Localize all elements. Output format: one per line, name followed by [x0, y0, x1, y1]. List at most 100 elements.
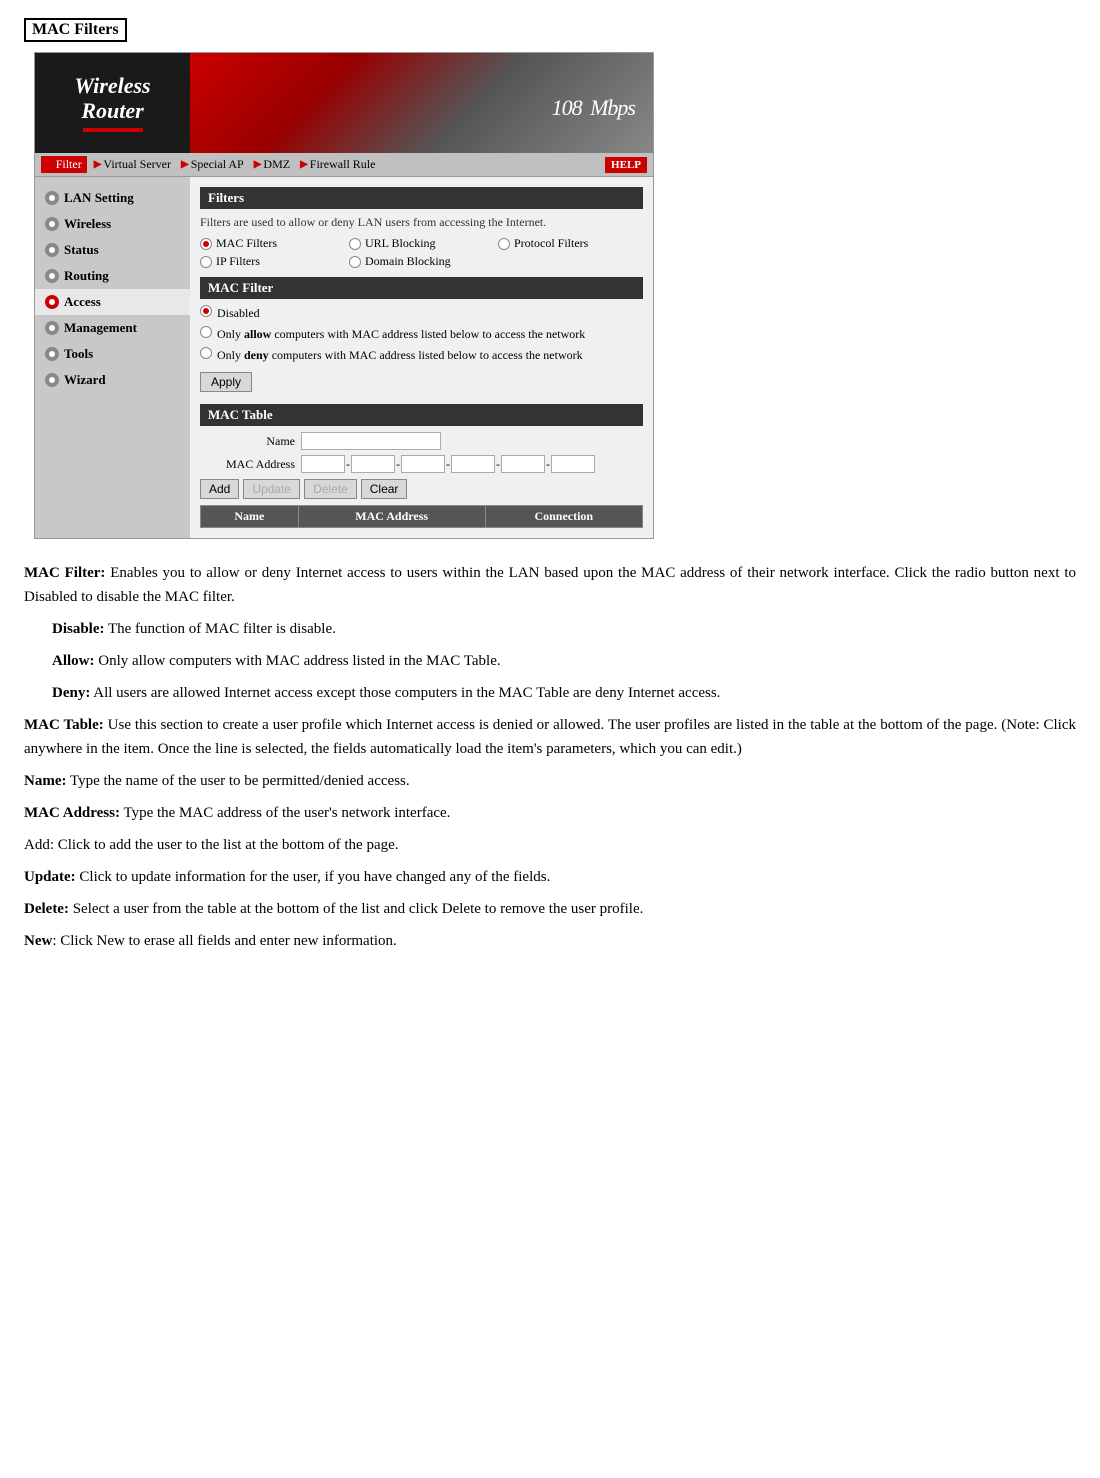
- mac-deny-suffix: computers with MAC address listed below …: [269, 348, 583, 362]
- filter-protocol-label: Protocol Filters: [514, 236, 588, 251]
- mac-sep-4: -: [496, 457, 500, 472]
- desc-mac-address-text: Type the MAC address of the user's netwo…: [120, 805, 450, 821]
- delete-button[interactable]: Delete: [304, 479, 357, 499]
- sidebar-management-label: Management: [64, 320, 137, 336]
- mac-deny-text: Only deny computers with MAC address lis…: [217, 347, 583, 364]
- filter-options-grid: MAC Filters URL Blocking Protocol Filter…: [200, 236, 643, 269]
- sidebar-item-wizard[interactable]: Wizard: [35, 367, 190, 393]
- mac-filter-header: MAC Filter: [200, 277, 643, 299]
- nav-arrow-vs: ▶: [94, 159, 102, 170]
- sidebar-item-wireless[interactable]: Wireless: [35, 211, 190, 237]
- apply-button[interactable]: Apply: [200, 372, 252, 392]
- desc-name-text: Type the name of the user to be permitte…: [66, 773, 409, 789]
- bullet-access: [45, 295, 59, 309]
- mac-input-1[interactable]: [301, 455, 345, 473]
- nav-filter[interactable]: ▶ Filter: [41, 156, 87, 173]
- help-button[interactable]: HELP: [605, 157, 647, 173]
- nav-firewall-rule[interactable]: ▶ Firewall Rule: [297, 156, 378, 173]
- router-header-graphic: 108 Mbps: [190, 53, 653, 153]
- sidebar-wireless-label: Wireless: [64, 216, 111, 232]
- mac-table-header: MAC Table: [200, 404, 643, 426]
- nav-special-ap[interactable]: ▶ Special AP: [178, 156, 247, 173]
- router-mbps-display: 108 Mbps: [552, 81, 635, 125]
- filter-option-protocol[interactable]: Protocol Filters: [498, 236, 643, 251]
- mac-option-disabled[interactable]: Disabled: [200, 305, 643, 322]
- router-logo-area: Wireless Router: [35, 53, 190, 153]
- radio-ip-filters[interactable]: [200, 256, 212, 268]
- filter-url-label: URL Blocking: [365, 236, 436, 251]
- filter-option-ip[interactable]: IP Filters: [200, 254, 345, 269]
- mac-option-allow[interactable]: Only allow computers with MAC address li…: [200, 326, 643, 343]
- mac-disabled-label: Disabled: [217, 305, 260, 322]
- nav-arrow-sap: ▶: [181, 159, 189, 170]
- filter-domain-label: Domain Blocking: [365, 254, 451, 269]
- bullet-tools: [45, 347, 59, 361]
- desc-add: Add: Click to add the user to the list a…: [24, 833, 1076, 857]
- mac-table-buttons: Add Update Delete Clear: [200, 479, 643, 499]
- router-logo-text: Router: [81, 98, 143, 124]
- desc-deny-text: All users are allowed Internet access ex…: [90, 685, 720, 701]
- wireless-logo-text: Wireless: [74, 74, 150, 98]
- desc-delete: Delete: Select a user from the table at …: [24, 897, 1076, 921]
- bullet-routing: [45, 269, 59, 283]
- sidebar-item-tools[interactable]: Tools: [35, 341, 190, 367]
- radio-disabled[interactable]: [200, 305, 212, 317]
- filter-option-domain[interactable]: Domain Blocking: [349, 254, 494, 269]
- mac-address-label: MAC Address: [200, 457, 295, 472]
- clear-button[interactable]: Clear: [361, 479, 408, 499]
- desc-new-text: : Click New to erase all fields and ente…: [52, 933, 396, 949]
- add-button[interactable]: Add: [200, 479, 239, 499]
- desc-deny-term: Deny:: [52, 685, 90, 701]
- mac-deny-prefix: Only: [217, 348, 244, 362]
- mac-input-4[interactable]: [451, 455, 495, 473]
- sidebar-item-routing[interactable]: Routing: [35, 263, 190, 289]
- desc-delete-text: Select a user from the table at the bott…: [69, 901, 643, 917]
- mac-input-5[interactable]: [501, 455, 545, 473]
- radio-url-blocking[interactable]: [349, 238, 361, 250]
- name-row: Name: [200, 432, 643, 450]
- desc-allow: Allow: Only allow computers with MAC add…: [52, 649, 1076, 673]
- sidebar-item-lan-setting[interactable]: LAN Setting: [35, 185, 190, 211]
- nav-special-ap-label: Special AP: [191, 157, 244, 172]
- filter-option-mac[interactable]: MAC Filters: [200, 236, 345, 251]
- logo-divider: [83, 128, 143, 132]
- sidebar-item-status[interactable]: Status: [35, 237, 190, 263]
- radio-domain-blocking[interactable]: [349, 256, 361, 268]
- sidebar-status-label: Status: [64, 242, 99, 258]
- filters-description: Filters are used to allow or deny LAN us…: [200, 215, 643, 230]
- desc-mac-table-text: Use this section to create a user profil…: [24, 717, 1076, 757]
- mac-sep-2: -: [396, 457, 400, 472]
- sidebar-item-management[interactable]: Management: [35, 315, 190, 341]
- mac-filter-section: MAC Filter Disabled Only allow computers…: [200, 277, 643, 400]
- filter-mac-label: MAC Filters: [216, 236, 277, 251]
- desc-name-title: Name:: [24, 773, 66, 789]
- mac-data-table: Name MAC Address Connection: [200, 505, 643, 528]
- col-name: Name: [201, 506, 299, 528]
- description-section: MAC Filter: Enables you to allow or deny…: [24, 561, 1076, 953]
- radio-deny[interactable]: [200, 347, 212, 359]
- filter-option-url[interactable]: URL Blocking: [349, 236, 494, 251]
- nav-arrow-fw: ▶: [300, 159, 308, 170]
- desc-mac-filter: MAC Filter: Enables you to allow or deny…: [24, 561, 1076, 609]
- name-input[interactable]: [301, 432, 441, 450]
- desc-update: Update: Click to update information for …: [24, 865, 1076, 889]
- mac-input-2[interactable]: [351, 455, 395, 473]
- mac-option-deny[interactable]: Only deny computers with MAC address lis…: [200, 347, 643, 364]
- sidebar-item-access[interactable]: Access: [35, 289, 190, 315]
- col-connection: Connection: [485, 506, 642, 528]
- desc-mac-table: MAC Table: Use this section to create a …: [24, 713, 1076, 761]
- router-header: Wireless Router 108 Mbps: [35, 53, 653, 153]
- radio-allow[interactable]: [200, 326, 212, 338]
- radio-mac-filters[interactable]: [200, 238, 212, 250]
- mac-allow-bold: allow: [244, 327, 271, 341]
- radio-protocol-filters[interactable]: [498, 238, 510, 250]
- update-button[interactable]: Update: [243, 479, 300, 499]
- mac-input-3[interactable]: [401, 455, 445, 473]
- desc-mac-address-title: MAC Address:: [24, 805, 120, 821]
- nav-virtual-server[interactable]: ▶ Virtual Server: [91, 156, 174, 173]
- desc-mac-address: MAC Address: Type the MAC address of the…: [24, 801, 1076, 825]
- nav-dmz[interactable]: ▶ DMZ: [251, 156, 293, 173]
- mac-input-6[interactable]: [551, 455, 595, 473]
- desc-allow-term: Allow:: [52, 653, 95, 669]
- sidebar-wizard-label: Wizard: [64, 372, 106, 388]
